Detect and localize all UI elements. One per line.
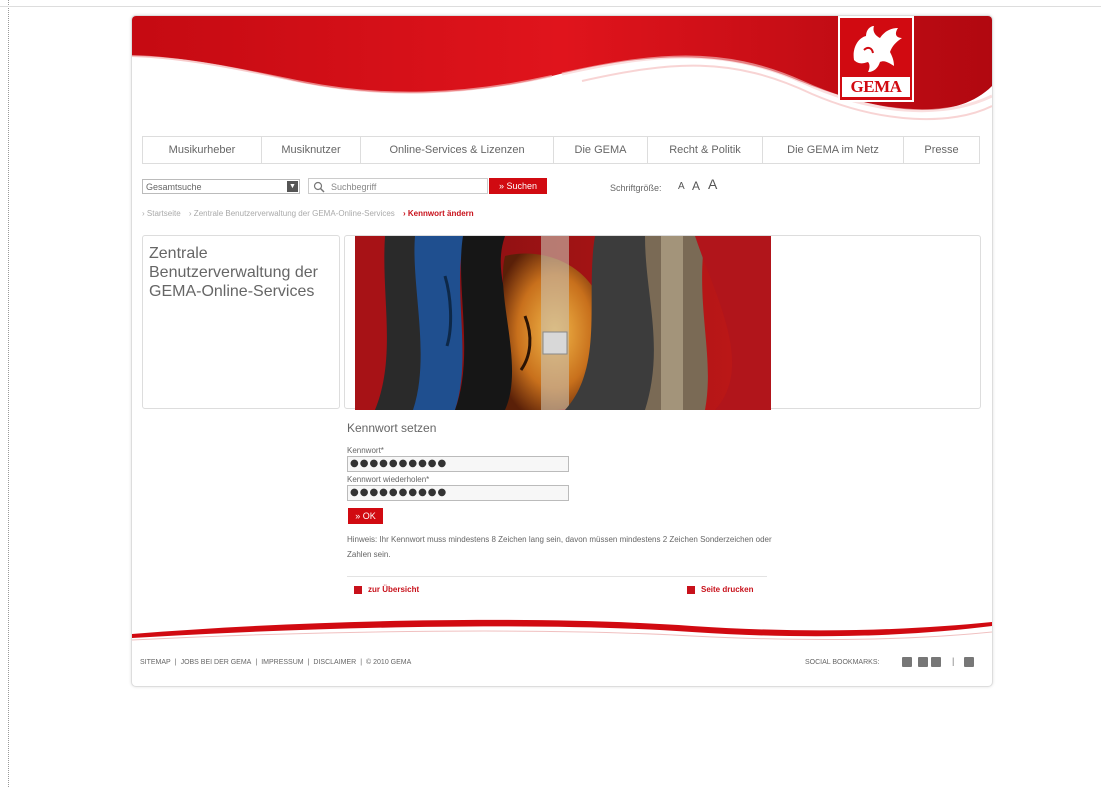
back-arrow-icon	[354, 585, 362, 594]
print-page-link[interactable]: Seite drucken	[687, 585, 753, 594]
search-icon	[313, 181, 325, 193]
footer-links: SITEMAP | JOBS BEI DER GEMA | IMPRESSUM | DISC…	[140, 659, 411, 666]
sidebar-box: Zentrale Benutzerverwaltung der GEMA-Onl…	[142, 235, 340, 409]
nav-item-musikurheber[interactable]: Musikurheber	[143, 137, 262, 163]
search-scope-select[interactable]: Gesamtsuche ▼	[142, 179, 300, 194]
password-field[interactable]: ●●●●●●●●●●	[347, 456, 569, 472]
footer-copyright: © 2010 GEMA	[366, 659, 412, 666]
password-label: Kennwort*	[347, 446, 384, 455]
back-link-label: zur Übersicht	[368, 585, 420, 594]
footer-separator: |	[307, 659, 310, 666]
password-repeat-field[interactable]: ●●●●●●●●●●	[347, 485, 569, 501]
gema-pegasus-icon	[853, 26, 902, 72]
logo-wordmark: GEMA	[842, 77, 910, 97]
footer-disclaimer-link[interactable]: DISCLAIMER	[313, 659, 356, 666]
footer-separator: |	[360, 659, 363, 666]
search-placeholder: Suchbegriff	[331, 182, 377, 192]
content-divider	[347, 576, 767, 577]
search-scope-value: Gesamtsuche	[146, 182, 202, 192]
footer-sitemap-link[interactable]: SITEMAP	[140, 659, 171, 666]
guitars-photo	[355, 236, 771, 410]
page-frame: GEMA Musikurheber Musiknutzer Online-Ser…	[131, 15, 993, 687]
password-hint: Hinweis: Ihr Kennwort muss mindestens 8 …	[347, 535, 772, 559]
breadcrumb-current: › Kennwort ändern	[403, 209, 474, 218]
bookmark-icon[interactable]	[931, 657, 941, 667]
password-repeat-label: Kennwort wiederholen*	[347, 475, 430, 484]
fontsize-label: Schriftgröße:	[610, 183, 662, 193]
page-top-guide	[0, 6, 1101, 7]
share-plus-icon[interactable]	[964, 657, 974, 667]
print-icon	[687, 585, 695, 594]
footer-separator: |	[255, 659, 258, 666]
nav-item-presse[interactable]: Presse	[904, 137, 979, 163]
fontsize-medium-button[interactable]: A	[692, 179, 700, 193]
breadcrumb-home-link[interactable]: › Startseite	[142, 209, 181, 218]
sidebar-title: Zentrale Benutzerverwaltung der GEMA-Onl…	[149, 245, 318, 300]
fontsize-large-button[interactable]: A	[708, 176, 717, 192]
back-to-overview-link[interactable]: zur Übersicht	[354, 585, 419, 594]
nav-item-musiknutzer[interactable]: Musiknutzer	[262, 137, 361, 163]
main-navigation: Musikurheber Musiknutzer Online-Services…	[142, 136, 980, 164]
nav-item-gema-im-netz[interactable]: Die GEMA im Netz	[763, 137, 904, 163]
page-left-guide	[8, 0, 9, 787]
breadcrumb-benutzerverwaltung-link[interactable]: › Zentrale Benutzerverwaltung der GEMA-O…	[189, 209, 395, 218]
nav-item-die-gema[interactable]: Die GEMA	[554, 137, 648, 163]
footer-separator: |	[174, 659, 177, 666]
twitter-icon[interactable]	[902, 657, 912, 667]
print-link-label: Seite drucken	[701, 585, 754, 594]
nav-item-recht-politik[interactable]: Recht & Politik	[648, 137, 763, 163]
ok-button[interactable]: » OK	[348, 508, 383, 524]
facebook-icon[interactable]	[918, 657, 928, 667]
search-input[interactable]: Suchbegriff	[308, 178, 488, 194]
form-title: Kennwort setzen	[347, 421, 437, 435]
header-image-box	[344, 235, 981, 410]
footer-swoosh	[132, 619, 992, 641]
social-bookmarks-label: SOCIAL BOOKMARKS:	[805, 659, 880, 666]
search-button[interactable]: » Suchen	[489, 178, 547, 194]
chevron-down-icon[interactable]: ▼	[287, 181, 298, 192]
gema-logo[interactable]: GEMA	[838, 16, 914, 102]
social-separator: |	[952, 656, 955, 666]
fontsize-small-button[interactable]: A	[678, 181, 685, 192]
footer-impressum-link[interactable]: IMPRESSUM	[261, 659, 303, 666]
footer-jobs-link[interactable]: JOBS BEI DER GEMA	[181, 659, 252, 666]
nav-item-online-services[interactable]: Online-Services & Lizenzen	[361, 137, 554, 163]
breadcrumb: › Startseite › Zentrale Benutzerverwaltu…	[142, 209, 480, 218]
